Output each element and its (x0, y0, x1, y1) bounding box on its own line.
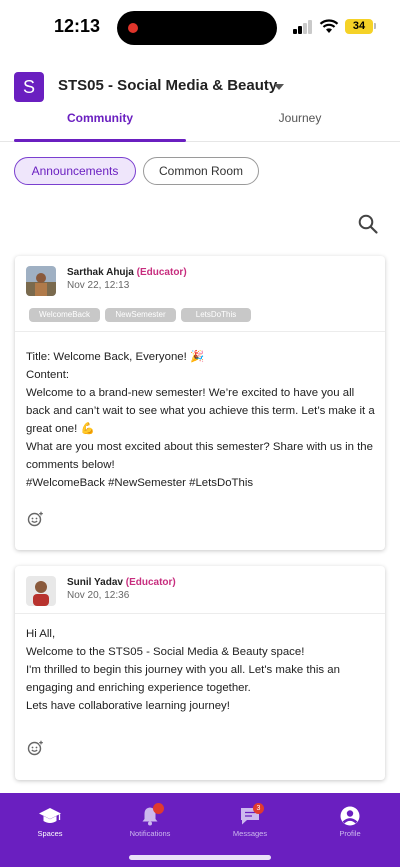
space-avatar: S (14, 72, 44, 102)
cellular-signal-icon (293, 20, 313, 34)
tab-community[interactable]: Community (0, 104, 200, 142)
post-card[interactable]: Sunil Yadav (Educator) Nov 20, 12:36 Hi … (15, 566, 385, 780)
graduation-cap-icon (39, 808, 61, 823)
nav-spaces[interactable]: Spaces (0, 793, 100, 843)
messages-badge: 3 (253, 803, 264, 814)
author-role: (Educator) (136, 267, 187, 278)
common-room-chip[interactable]: Common Room (143, 157, 259, 185)
nav-label: Messages (232, 829, 268, 838)
announcements-chip[interactable]: Announcements (14, 157, 136, 185)
status-time: 12:13 (54, 16, 101, 36)
hashtag-chip[interactable]: NewSemester (105, 308, 176, 322)
nav-notifications[interactable]: Notifications (100, 793, 200, 843)
home-indicator (129, 855, 271, 860)
active-tab-indicator (14, 139, 186, 142)
tab-bar: Community Journey (0, 104, 400, 142)
space-title[interactable]: STS05 - Social Media & Beauty (58, 77, 277, 94)
post-header: Sunil Yadav (Educator) Nov 20, 12:36 (15, 566, 385, 614)
tab-journey[interactable]: Journey (200, 104, 400, 142)
post-date: Nov 22, 12:13 (67, 280, 130, 291)
author-name: Sarthak Ahuja (67, 267, 134, 278)
post-body: Title: Welcome Back, Everyone! 🎉 Content… (26, 351, 375, 489)
app-header: S STS05 - Social Media & Beauty (0, 70, 400, 104)
wifi-icon (319, 19, 339, 33)
nav-label: Notifications (129, 829, 171, 838)
chevron-down-icon[interactable] (274, 84, 284, 90)
add-reaction-icon[interactable] (27, 511, 43, 527)
battery-tip (374, 23, 376, 29)
nav-profile[interactable]: Profile (300, 793, 400, 843)
hashtag-chip[interactable]: LetsDoThis (181, 308, 251, 322)
author-name: Sunil Yadav (67, 577, 123, 588)
recording-indicator-icon (128, 23, 138, 33)
post-author[interactable]: Sarthak Ahuja (Educator) (67, 267, 187, 278)
nav-label: Spaces (37, 829, 63, 838)
author-role: (Educator) (125, 577, 176, 588)
nav-messages[interactable]: 3 Messages (200, 793, 300, 843)
nav-label: Profile (339, 829, 361, 838)
author-avatar[interactable] (26, 266, 56, 296)
battery-icon: 34 (345, 19, 373, 34)
add-reaction-icon[interactable] (27, 740, 43, 756)
user-icon (340, 806, 360, 826)
post-author[interactable]: Sunil Yadav (Educator) (67, 577, 176, 588)
hashtag-chip[interactable]: WelcomeBack (29, 308, 100, 322)
dynamic-island (117, 11, 277, 45)
status-bar: 12:13 34 (0, 0, 400, 54)
post-header: Sarthak Ahuja (Educator) Nov 22, 12:13 W… (15, 256, 385, 332)
search-icon[interactable] (357, 213, 379, 235)
notifications-badge (153, 803, 164, 814)
post-date: Nov 20, 12:36 (67, 590, 130, 601)
post-card[interactable]: Sarthak Ahuja (Educator) Nov 22, 12:13 W… (15, 256, 385, 550)
post-body: Hi All, Welcome to the STS05 - Social Me… (26, 628, 340, 712)
author-avatar[interactable] (26, 576, 56, 606)
